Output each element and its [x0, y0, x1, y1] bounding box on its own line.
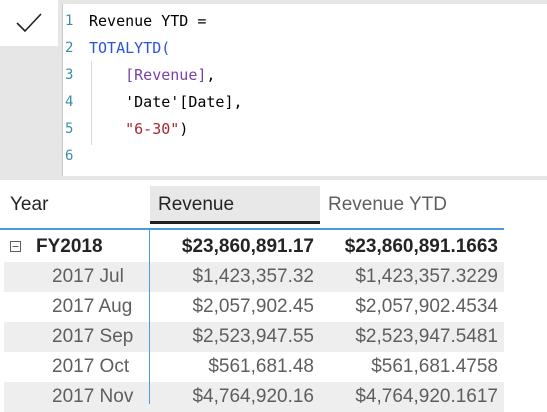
formula-line: 5 "6-30") [63, 116, 547, 143]
row-revenue-ytd-cell: $1,423,357.3229 [355, 266, 498, 287]
row-year-cell: 2017 Oct [52, 356, 130, 377]
row-revenue-cell: $2,523,947.55 [192, 326, 314, 347]
table-row: 2017 Oct $561,681.48 $561,681.4758 [4, 352, 504, 382]
table-visual: Year Revenue Revenue YTD FY2018 $23,860,… [0, 180, 547, 412]
row-year-cell: 2017 Nov [52, 386, 134, 407]
formula-code: Revenue YTD = [89, 8, 206, 35]
column-divider [149, 230, 150, 404]
row-revenue-ytd-cell: $2,057,902.4534 [355, 296, 498, 317]
line-number: 2 [65, 40, 74, 56]
header-underline [0, 228, 504, 230]
total-revenue-value: $23,860,891.17 [181, 236, 314, 257]
row-revenue-ytd-cell: $561,681.4758 [371, 356, 498, 377]
line-number: 6 [65, 148, 74, 164]
column-header-revenue[interactable]: Revenue [150, 186, 320, 224]
dax-formula-editor[interactable]: 1 Revenue YTD = 2 TOTALYTD(3 [Revenue], 4 'D… [62, 4, 547, 176]
row-year-cell: 2017 Jul [52, 266, 124, 287]
commit-formula-button[interactable] [0, 0, 58, 46]
formula-line: 6 [63, 143, 547, 170]
row-revenue-cell: $561,681.48 [208, 356, 314, 377]
formula-token: , [206, 66, 216, 84]
line-number: 4 [65, 94, 74, 110]
total-revenue-ytd-value: $23,860,891.1663 [344, 236, 498, 257]
row-year-cell: 2017 Aug [52, 296, 133, 317]
table-row: 2017 Nov $4,764,920.16 $4,764,920.1617 [4, 382, 504, 412]
column-header-year[interactable]: Year [10, 186, 140, 224]
formula-line: 2 TOTALYTD( [63, 35, 547, 62]
row-revenue-cell: $4,764,920.16 [192, 386, 314, 407]
table-row: 2017 Aug $2,057,902.45 $2,057,902.4534 [4, 292, 504, 322]
formula-token: [Revenue] [125, 66, 207, 84]
formula-token: "6-30" [125, 120, 180, 138]
table-row: 2017 Sep $2,523,947.55 $2,523,947.5481 [4, 322, 504, 352]
formula-code: TOTALYTD( [89, 35, 170, 62]
column-header-revenue-ytd[interactable]: Revenue YTD [328, 186, 498, 224]
line-number: 1 [65, 13, 74, 29]
collapse-minus-icon[interactable] [10, 241, 21, 252]
formula-token: ) [179, 120, 189, 138]
line-number: 3 [65, 67, 74, 83]
formula-bar: 1 Revenue YTD = 2 TOTALYTD(3 [Revenue], 4 'D… [0, 0, 547, 180]
row-revenue-ytd-cell: $4,764,920.1617 [355, 386, 498, 407]
formula-code: "6-30") [89, 116, 188, 143]
formula-token: 'Date'[Date], [89, 93, 243, 111]
formula-token [89, 66, 125, 84]
formula-token [89, 120, 125, 138]
formula-line: 3 [Revenue], [63, 62, 547, 89]
formula-code: [Revenue], [89, 62, 215, 89]
line-number: 5 [65, 121, 74, 137]
row-revenue-cell: $1,423,357.32 [192, 266, 314, 287]
row-year-cell: 2017 Sep [52, 326, 134, 347]
checkmark-icon [16, 13, 42, 33]
total-row: FY2018 $23,860,891.17 $23,860,891.1663 [4, 232, 504, 262]
row-revenue-cell: $2,057,902.45 [192, 296, 314, 317]
formula-token: TOTALYTD( [89, 39, 171, 57]
total-year-label: FY2018 [36, 236, 103, 257]
formula-line: 4 'Date'[Date], [63, 89, 547, 116]
table-row: 2017 Jul $1,423,357.32 $1,423,357.3229 [4, 262, 504, 292]
formula-code: 'Date'[Date], [89, 89, 243, 116]
row-revenue-ytd-cell: $2,523,947.5481 [355, 326, 498, 347]
formula-token: Revenue YTD = [89, 12, 207, 30]
formula-line: 1 Revenue YTD = [63, 8, 547, 35]
